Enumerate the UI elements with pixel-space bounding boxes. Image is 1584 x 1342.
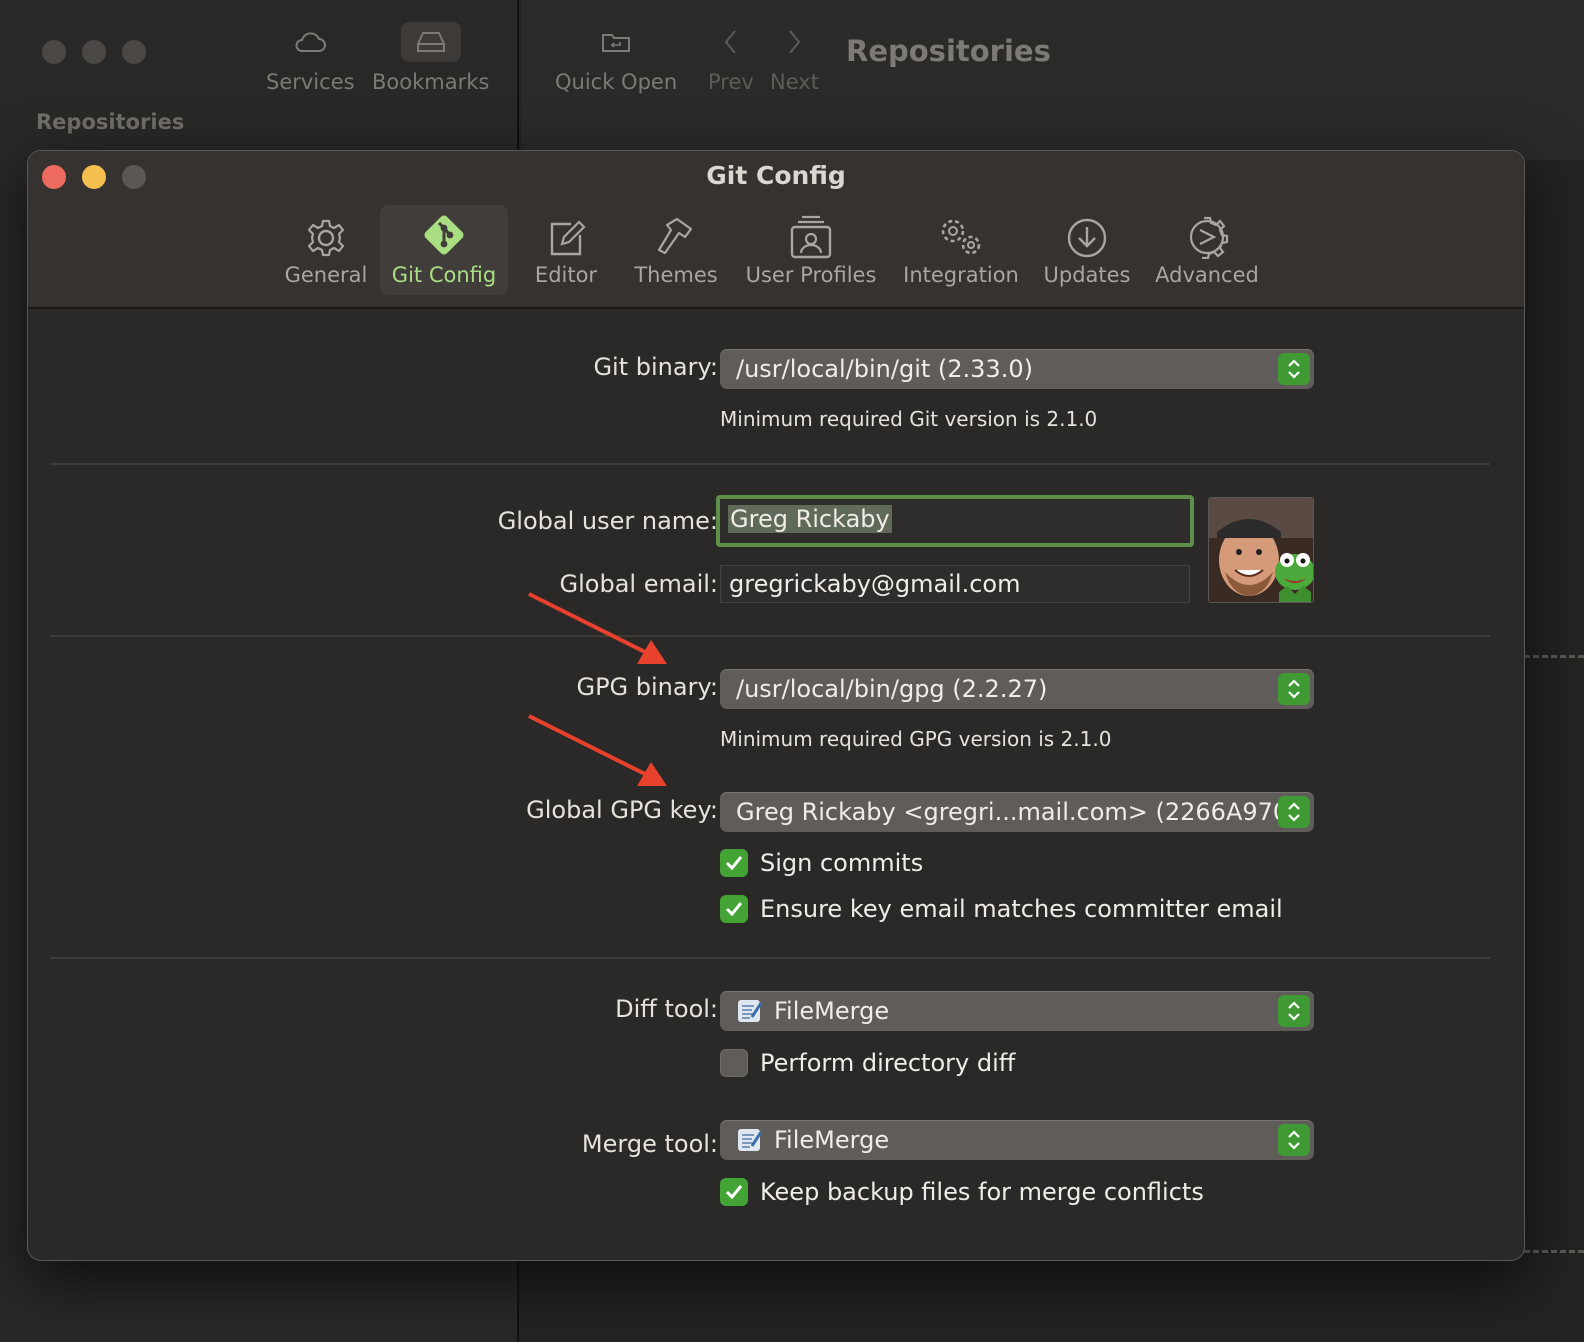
background-toolbar bbox=[521, 0, 1584, 160]
checkmark-icon bbox=[720, 1178, 748, 1206]
stepper-icon bbox=[1278, 1124, 1310, 1156]
gear-icon bbox=[307, 219, 345, 257]
chevron-right-icon bbox=[784, 22, 804, 62]
empty-checkbox-icon bbox=[720, 1049, 748, 1077]
download-circle-icon bbox=[1067, 218, 1107, 258]
chevron-left-icon bbox=[721, 22, 741, 62]
quick-open-button[interactable]: Quick Open bbox=[555, 22, 677, 94]
tab-themes[interactable]: Themes bbox=[628, 205, 724, 295]
drive-icon bbox=[400, 22, 461, 62]
gpg-binary-select[interactable]: /usr/local/bin/gpg (2.2.27) bbox=[720, 669, 1314, 709]
annotation-arrow-gpg-binary bbox=[528, 592, 667, 664]
user-name-label: Global user name: bbox=[497, 507, 718, 535]
sidebar-heading: Repositories bbox=[36, 110, 185, 134]
brush-icon bbox=[657, 217, 693, 255]
tab-general[interactable]: General bbox=[280, 205, 372, 295]
tab-editor[interactable]: Editor bbox=[526, 205, 606, 295]
tab-updates[interactable]: Updates bbox=[1038, 205, 1136, 295]
dialog-titlebar: Git Config General Git Config Editor The… bbox=[28, 151, 1524, 309]
directory-diff-checkbox[interactable]: Perform directory diff bbox=[720, 1049, 1015, 1077]
avatar[interactable] bbox=[1208, 497, 1314, 603]
merge-tool-label: Merge tool: bbox=[581, 1130, 718, 1158]
services-button[interactable]: Services bbox=[266, 22, 355, 94]
pencil-square-icon bbox=[550, 220, 586, 256]
annotation-arrow-gpg-key bbox=[528, 714, 667, 786]
dialog-title: Git Config bbox=[706, 161, 846, 190]
git-icon bbox=[424, 215, 464, 255]
cloud-icon bbox=[294, 22, 327, 62]
stepper-icon bbox=[1278, 353, 1310, 385]
diff-tool-label: Diff tool: bbox=[615, 995, 718, 1023]
background-window-title: Repositories bbox=[846, 34, 1051, 68]
diff-tool-select[interactable]: FileMerge bbox=[720, 991, 1314, 1031]
prev-button[interactable]: Prev bbox=[708, 22, 754, 94]
section-divider bbox=[50, 463, 1490, 465]
gpg-key-select[interactable]: Greg Rickaby <gregri...mail.com> (2266A9… bbox=[720, 792, 1314, 832]
tab-integration[interactable]: Integration bbox=[900, 205, 1022, 295]
tab-user-profiles[interactable]: User Profiles bbox=[740, 205, 882, 295]
stepper-icon bbox=[1278, 796, 1310, 828]
advanced-gear-icon bbox=[1189, 216, 1229, 259]
email-field[interactable]: gregrickaby@gmail.com bbox=[720, 565, 1190, 603]
git-binary-select[interactable]: /usr/local/bin/git (2.33.0) bbox=[720, 349, 1314, 389]
git-config-form: Git binary: /usr/local/bin/git (2.33.0) … bbox=[28, 311, 1524, 1260]
filemerge-icon bbox=[738, 1000, 763, 1022]
keep-backup-checkbox[interactable]: Keep backup files for merge conflicts bbox=[720, 1178, 1204, 1206]
git-binary-label: Git binary: bbox=[593, 353, 718, 381]
bookmarks-button[interactable]: Bookmarks bbox=[372, 22, 489, 94]
tab-advanced[interactable]: Advanced bbox=[1152, 205, 1262, 295]
user-name-field[interactable]: Greg Rickaby bbox=[716, 495, 1194, 547]
gears-icon bbox=[941, 219, 981, 255]
merge-tool-select[interactable]: FileMerge bbox=[720, 1120, 1314, 1160]
checkmark-icon bbox=[720, 849, 748, 877]
git-config-dialog: Git Config General Git Config Editor The… bbox=[27, 150, 1525, 1261]
background-dashed-line bbox=[1524, 1250, 1584, 1253]
git-version-hint: Minimum required Git version is 2.1.0 bbox=[720, 407, 1098, 431]
tab-git-config[interactable]: Git Config bbox=[380, 205, 508, 295]
folder-return-icon bbox=[601, 22, 631, 62]
background-traffic-lights bbox=[42, 40, 146, 64]
stepper-icon bbox=[1278, 995, 1310, 1027]
ensure-email-checkbox[interactable]: Ensure key email matches committer email bbox=[720, 895, 1283, 923]
sign-commits-checkbox[interactable]: Sign commits bbox=[720, 849, 923, 877]
user-profile-icon bbox=[790, 215, 832, 259]
gpg-binary-label: GPG binary: bbox=[576, 673, 718, 701]
section-divider bbox=[50, 635, 1490, 637]
next-button[interactable]: Next bbox=[770, 22, 819, 94]
background-dashed-line bbox=[1524, 655, 1584, 658]
filemerge-icon bbox=[738, 1129, 763, 1151]
gpg-version-hint: Minimum required GPG version is 2.1.0 bbox=[720, 727, 1112, 751]
checkmark-icon bbox=[720, 895, 748, 923]
section-divider bbox=[50, 957, 1490, 959]
gpg-key-label: Global GPG key: bbox=[526, 796, 718, 824]
stepper-icon bbox=[1278, 673, 1310, 705]
